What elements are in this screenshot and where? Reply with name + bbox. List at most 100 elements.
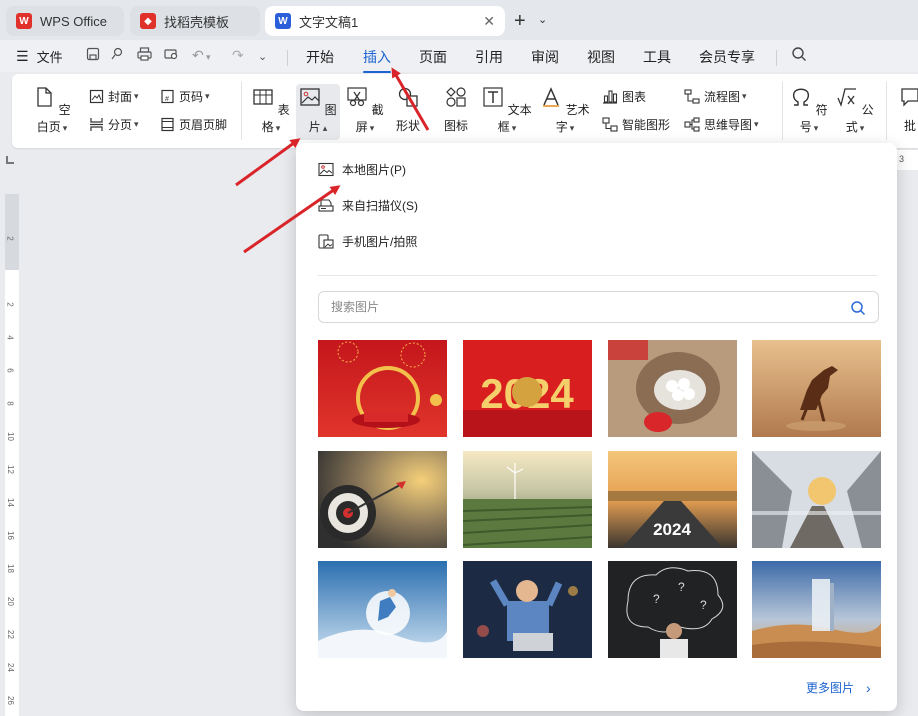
picture-thumbnail[interactable]: 2024 — [608, 451, 737, 548]
cover-icon — [89, 89, 104, 104]
phone-picture-option[interactable]: 手机图片/拍照 — [318, 233, 417, 250]
svg-text:?: ? — [653, 592, 660, 606]
picture-thumbnail[interactable] — [463, 561, 592, 658]
tab-reference[interactable]: 引用 — [475, 47, 503, 67]
tab-wps-office-label: WPS Office — [40, 13, 107, 29]
svg-text:#: # — [165, 96, 169, 103]
svg-text:?: ? — [678, 580, 685, 594]
tab-insert[interactable]: 插入 — [363, 47, 391, 73]
export-icon[interactable] — [110, 47, 124, 64]
picture-thumbnail[interactable]: 2024 — [463, 340, 592, 437]
scissors-icon — [347, 87, 367, 107]
picture-thumbnail[interactable] — [608, 340, 737, 437]
chart-label: 图表 — [622, 90, 647, 104]
scanner-icon — [318, 199, 334, 212]
undo-icon[interactable]: ↶ — [192, 47, 204, 64]
save-icon[interactable] — [86, 47, 100, 64]
print-icon[interactable] — [137, 47, 152, 64]
icon-label: 图标 — [443, 119, 468, 133]
tab-document[interactable]: W 文字文稿1 ✕ — [265, 6, 505, 36]
chart-button[interactable]: 图表 — [602, 88, 646, 105]
more-pictures-link[interactable]: 更多图片 › — [806, 679, 871, 696]
ruler-number: 20 — [5, 597, 15, 606]
undo-dropdown-icon[interactable]: ▾ — [206, 52, 211, 63]
picture-thumbnail[interactable] — [752, 340, 881, 437]
icon-button[interactable]: 图标 — [438, 86, 474, 134]
local-picture-icon — [318, 162, 334, 177]
tab-tools[interactable]: 工具 — [643, 47, 671, 67]
search-icon[interactable] — [850, 300, 866, 316]
tab-template[interactable]: ◆ 找稻壳模板 — [130, 6, 260, 36]
wordart-button[interactable]: 艺术字 ▾ — [540, 86, 590, 135]
tab-template-label: 找稻壳模板 — [164, 14, 230, 30]
cover-button[interactable]: 封面 ▾ — [89, 88, 139, 105]
tab-page[interactable]: 页面 — [419, 47, 447, 67]
textbox-icon — [483, 87, 503, 107]
page-number-button[interactable]: # 页码 ▾ — [160, 88, 210, 105]
local-picture-label: 本地图片(P) — [342, 163, 406, 177]
redo-icon[interactable]: ↷ — [232, 47, 244, 64]
picture-thumbnail[interactable] — [463, 451, 592, 548]
tab-wps-office[interactable]: W WPS Office — [6, 6, 124, 36]
chevron-down-icon[interactable]: ⌄ — [538, 13, 547, 26]
page-number-icon: # — [161, 89, 174, 104]
ruler-number: 3 — [899, 154, 905, 164]
ribbon-separator — [241, 82, 242, 140]
menu-divider — [776, 50, 777, 66]
ruler-number: 16 — [5, 531, 15, 540]
picture-thumbnail[interactable] — [318, 340, 447, 437]
tab-review[interactable]: 审阅 — [531, 47, 559, 67]
new-tab-icon[interactable]: + — [514, 10, 526, 33]
ruler-number: 22 — [5, 630, 15, 639]
blank-page-button[interactable]: 空白页 ▾ — [30, 86, 74, 135]
ruler-corner-icon — [6, 156, 14, 164]
picture-thumbnail[interactable] — [752, 561, 881, 658]
picture-thumbnail[interactable]: ? ? ? — [608, 561, 737, 658]
picture-thumbnail[interactable] — [318, 451, 447, 548]
mindmap-button[interactable]: 思维导图 ▾ — [684, 116, 759, 133]
flowchart-button[interactable]: 流程图 ▾ — [684, 88, 747, 105]
chart-icon — [603, 90, 618, 104]
file-menu[interactable]: ☰ 文件 — [16, 47, 63, 66]
shape-button[interactable]: 形状 — [390, 86, 426, 134]
svg-text:?: ? — [700, 598, 707, 612]
symbol-button[interactable]: 符号 ▾ — [788, 86, 830, 135]
formula-icon — [837, 88, 857, 108]
local-picture-option[interactable]: 本地图片(P) — [318, 161, 406, 178]
tab-view[interactable]: 视图 — [587, 47, 615, 67]
more-dropdown-icon[interactable]: ⌄ — [258, 50, 267, 63]
picture-search-input[interactable] — [319, 292, 819, 322]
cover-label: 封面 — [108, 90, 133, 104]
textbox-button[interactable]: 文本框 ▾ — [482, 86, 532, 135]
writer-logo-icon: W — [275, 13, 291, 29]
print-preview-icon[interactable] — [164, 47, 179, 64]
header-footer-icon — [161, 117, 174, 132]
ruler-number: 18 — [5, 564, 15, 573]
table-button[interactable]: 表格 ▾ — [250, 86, 292, 135]
ruler-number: 26 — [5, 696, 15, 705]
page-break-icon — [90, 118, 103, 131]
scanner-option[interactable]: 来自扫描仪(S) — [318, 197, 418, 214]
title-tab-bar: W WPS Office ◆ 找稻壳模板 W 文字文稿1 ✕ + ⌄ — [0, 0, 918, 40]
ruler-margin-shade — [5, 194, 19, 270]
close-icon[interactable]: ✕ — [483, 13, 495, 30]
search-icon[interactable] — [791, 46, 807, 65]
chevron-right-icon: › — [866, 679, 871, 696]
ruler-number: 6 — [5, 368, 15, 373]
header-footer-button[interactable]: 页眉页脚 — [160, 116, 227, 133]
smartart-icon — [602, 117, 618, 132]
picture-thumbnail[interactable] — [752, 451, 881, 548]
flowchart-label: 流程图 — [704, 90, 741, 104]
tab-start[interactable]: 开始 — [306, 47, 334, 67]
smartart-button[interactable]: 智能图形 — [602, 116, 670, 133]
formula-button[interactable]: 公式 ▾ — [834, 86, 876, 135]
picture-button[interactable]: 图片 ▴ — [296, 84, 340, 140]
page-break-button[interactable]: 分页 ▾ — [89, 116, 139, 133]
tab-document-label: 文字文稿1 — [299, 14, 359, 30]
ruler-number: 2 — [5, 236, 15, 241]
more-pictures-label: 更多图片 — [806, 681, 855, 695]
comment-button[interactable]: 批 — [898, 86, 918, 134]
tab-membership[interactable]: 会员专享 — [699, 47, 755, 67]
picture-thumbnail[interactable] — [318, 561, 447, 658]
screenshot-button[interactable]: 截屏 ▾ — [344, 86, 386, 135]
